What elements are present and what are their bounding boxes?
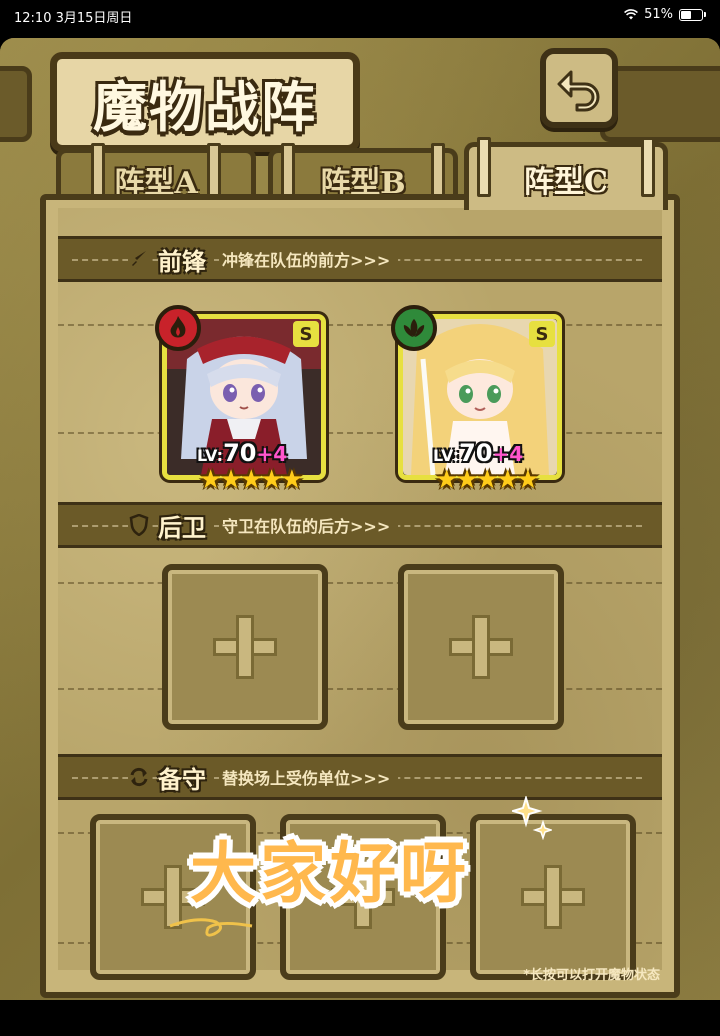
star-rating: ★ ★ ★ ★ ★ (199, 465, 304, 495)
tab-formation-c[interactable]: 阵型C (464, 137, 668, 210)
row-divider (58, 324, 662, 326)
right-frame (600, 66, 720, 142)
status-bar: 12:10 3月15日周日 51% (0, 0, 720, 30)
status-right: 51% (624, 7, 706, 22)
refresh-icon (128, 766, 150, 788)
page-title: 魔物战阵 (93, 74, 317, 139)
star-icon: ★ (199, 465, 222, 495)
battery-icon (679, 8, 703, 21)
section-front: 前锋 冲锋在队伍的前方>>> (58, 236, 662, 282)
sparkle-icon (512, 796, 552, 840)
status-time: 12:10 3月15日周日 (14, 11, 133, 26)
section-reserve: 备守 替换场上受伤单位>>> (58, 754, 662, 800)
star-icon: ★ (475, 465, 499, 495)
star-icon: ★ (239, 465, 263, 495)
section-desc: 冲锋在队伍的前方>>> (222, 247, 399, 271)
fire-element-icon (155, 305, 201, 351)
star-icon: ★ (259, 465, 283, 495)
section-back: 后卫 守卫在队伍的后方>>> (58, 502, 662, 548)
doodle-icon (169, 918, 253, 937)
wifi-icon (624, 9, 639, 20)
star-icon: ★ (280, 465, 303, 495)
hint-text: *长按可以打开魔物状态 (523, 968, 660, 983)
star-icon: ★ (435, 465, 458, 495)
empty-slot-back-1[interactable] (162, 564, 328, 730)
star-icon: ★ (219, 465, 242, 495)
section-desc: 守卫在队伍的后方>>> (222, 513, 399, 537)
row-divider (58, 688, 662, 690)
left-frame (0, 66, 32, 142)
star-icon: ★ (495, 465, 519, 495)
hero-card[interactable]: S LV:70+4 ★ ★ ★ ★ ★ (155, 305, 326, 495)
tab-label: 阵型C (524, 164, 608, 200)
empty-slot-back-2[interactable] (398, 564, 564, 730)
hero-card[interactable]: S LV:70+4 ★ ★ ★ ★ ★ (391, 305, 562, 495)
back-button[interactable] (540, 48, 618, 128)
star-icon: ★ (516, 465, 539, 495)
greeting-sticker: 大家好呀 (190, 820, 470, 916)
back-arrow-icon (557, 70, 600, 112)
rank-badge: S (293, 321, 319, 347)
title-plate: 魔物战阵 (50, 52, 360, 152)
empty-slot-reserve-3[interactable] (470, 814, 636, 980)
sword-icon (128, 248, 150, 270)
shield-icon (128, 514, 150, 536)
rank-badge: S (529, 321, 555, 347)
nature-element-icon (391, 305, 437, 351)
section-title: 后卫 (158, 507, 214, 543)
section-desc: 替换场上受伤单位>>> (222, 765, 399, 789)
section-title: 前锋 (158, 241, 214, 277)
section-title: 备守 (158, 759, 214, 795)
hero-level: LV:70+4 (197, 439, 288, 467)
star-rating: ★ ★ ★ ★ ★ (435, 465, 540, 495)
sticker-text: 大家好呀 (190, 835, 470, 912)
battery-percent: 51% (644, 7, 673, 22)
row-divider (58, 582, 662, 584)
star-icon: ★ (455, 465, 478, 495)
hero-level: LV:70+4 (433, 439, 524, 467)
row-divider (58, 432, 662, 434)
